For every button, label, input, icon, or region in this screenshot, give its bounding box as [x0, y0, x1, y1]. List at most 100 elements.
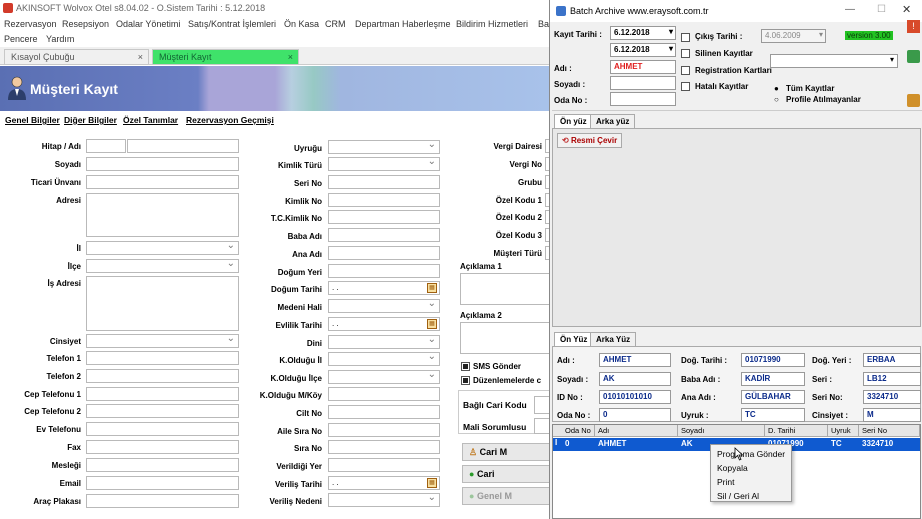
menu-rezervasyon[interactable]: Rezervasyon	[4, 19, 57, 29]
dogum-yeri-input[interactable]	[328, 264, 440, 278]
fax-input[interactable]	[86, 440, 239, 454]
radio-selected-icon[interactable]: ●	[774, 84, 779, 93]
close-icon[interactable]: ×	[138, 52, 143, 62]
verildigi-yer-input[interactable]	[328, 458, 440, 472]
menu-yardim[interactable]: Yardım	[46, 34, 74, 44]
k-oldugu-il-select[interactable]	[328, 352, 440, 366]
exclamation-icon[interactable]: !	[907, 20, 920, 33]
col-d-tarihi[interactable]: D. Tarihi	[766, 425, 828, 437]
hatali-kayitlar-checkbox[interactable]	[681, 82, 690, 91]
resmi-cevir-button[interactable]: ⟲ Resmi Çevir	[557, 133, 623, 148]
radio-icon[interactable]: ○	[774, 95, 779, 104]
detail-dogum-yeri[interactable]: ERBAA	[863, 353, 921, 367]
detail-oda[interactable]: 0	[599, 408, 671, 422]
uyruk-select[interactable]	[328, 140, 440, 154]
evlilik-tarihi-input[interactable]: . . ▦	[328, 317, 440, 331]
close-icon[interactable]: ✕	[902, 3, 911, 16]
tc-kimlik-input[interactable]	[328, 210, 440, 224]
ev-telefonu-input[interactable]	[86, 422, 239, 436]
menu-odalar[interactable]: Odalar Yönetimi	[116, 19, 180, 29]
chevron-down-icon[interactable]: ▾	[669, 44, 673, 53]
refresh-icon[interactable]	[907, 50, 920, 63]
detail-id[interactable]: 01010101010	[599, 390, 671, 404]
cikis-tarihi-checkbox[interactable]	[681, 33, 690, 42]
hitap-input[interactable]	[86, 139, 126, 153]
ilce-select[interactable]	[86, 259, 239, 273]
dini-select[interactable]	[328, 335, 440, 349]
menu-onkasa[interactable]: Ön Kasa	[284, 19, 319, 29]
tab-kisayol[interactable]: Kısayol Çubuğu ×	[4, 49, 149, 65]
menu-sil-geri-al[interactable]: Sil / Geri Al	[717, 491, 759, 501]
arac-plakasi-input[interactable]	[86, 494, 239, 508]
detail-adi[interactable]: AHMET	[599, 353, 671, 367]
menu-kopyala[interactable]: Kopyala	[717, 463, 748, 473]
detail-soyadi[interactable]: AK	[599, 372, 671, 386]
aciklama-2-textarea[interactable]	[460, 322, 550, 354]
sira-no-input[interactable]	[328, 440, 440, 454]
tab-arka-yuz-bottom[interactable]: Arka Yüz	[590, 332, 637, 347]
col-seri-no[interactable]: Seri No	[860, 425, 920, 437]
meslek-input[interactable]	[86, 458, 239, 472]
ana-adi-input[interactable]	[328, 246, 440, 260]
cep1-input[interactable]	[86, 387, 239, 401]
soyadi-filter-input[interactable]	[610, 76, 676, 90]
adi-input[interactable]	[127, 139, 239, 153]
filter-select[interactable]: ▾	[770, 54, 898, 68]
registration-kartlari-checkbox[interactable]	[681, 66, 690, 75]
is-adresi-textarea[interactable]	[86, 276, 239, 331]
col-oda-no[interactable]: Oda No	[563, 425, 595, 437]
col-adi[interactable]: Adı	[596, 425, 678, 437]
chevron-down-icon[interactable]: ▾	[669, 27, 673, 36]
calendar-icon[interactable]: ▦	[427, 478, 437, 488]
aile-sira-no-input[interactable]	[328, 423, 440, 437]
bagli-cari-kodu-input[interactable]	[534, 396, 550, 414]
menu-pencere[interactable]: Pencere	[4, 34, 38, 44]
seri-no-input[interactable]	[328, 175, 440, 189]
email-input[interactable]	[86, 476, 239, 490]
telefon2-input[interactable]	[86, 369, 239, 383]
tab-on-yuz-top[interactable]: Ön yüz	[554, 114, 593, 129]
menu-bildirim[interactable]: Bildirim Hizmetleri	[456, 19, 528, 29]
k-oldugu-ilce-select[interactable]	[328, 370, 440, 384]
detail-serino[interactable]: 3324710	[863, 390, 921, 404]
menu-print[interactable]: Print	[717, 477, 734, 487]
cari-button-2[interactable]: ● Cari	[462, 465, 550, 483]
mali-sorumlusu-input[interactable]	[534, 418, 550, 434]
tab-diger-bilgiler[interactable]: Diğer Bilgiler	[64, 115, 117, 125]
detail-dogum-tarihi[interactable]: 01071990	[741, 353, 805, 367]
kimlik-turu-select[interactable]	[328, 157, 440, 171]
cilt-no-input[interactable]	[328, 405, 440, 419]
telefon1-input[interactable]	[86, 351, 239, 365]
tool-icon[interactable]	[907, 94, 920, 107]
baba-adi-input[interactable]	[328, 228, 440, 242]
detail-uyruk[interactable]: TC	[741, 408, 805, 422]
adi-filter-input[interactable]: AHMET	[610, 60, 676, 74]
tab-musteri-kayit[interactable]: Müşteri Kayıt ×	[152, 49, 299, 65]
detail-ana[interactable]: GÜLBAHAR	[741, 390, 805, 404]
sms-gonder-checkbox[interactable]	[461, 362, 470, 371]
detail-cinsiyet[interactable]: M	[863, 408, 921, 422]
soyadi-input[interactable]	[86, 157, 239, 171]
tab-on-yuz-bottom[interactable]: Ön Yüz	[554, 332, 594, 347]
verilis-tarihi-input[interactable]: . . ▦	[328, 476, 440, 490]
tab-genel-bilgiler[interactable]: Genel Bilgiler	[5, 115, 60, 125]
k-oldugu-mkoy-input[interactable]	[328, 387, 440, 401]
cep2-input[interactable]	[86, 404, 239, 418]
ticari-unvan-input[interactable]	[86, 175, 239, 189]
tab-rezervasyon-gecmisi[interactable]: Rezervasyon Geçmişi	[186, 115, 274, 125]
menu-satis[interactable]: Satış/Kontrat İşlemleri	[188, 19, 276, 29]
genel-m-button[interactable]: ● Genel M	[462, 487, 550, 505]
menu-departman[interactable]: Departman Haberleşme	[355, 19, 451, 29]
medeni-hali-select[interactable]	[328, 299, 440, 313]
cinsiyet-select[interactable]	[86, 334, 239, 348]
col-uyruk[interactable]: Uyruk	[829, 425, 859, 437]
duzenlemelerde-checkbox[interactable]	[461, 376, 470, 385]
col-soyadi[interactable]: Soyadı	[679, 425, 765, 437]
close-icon[interactable]: ×	[288, 52, 293, 62]
maximize-icon[interactable]: ☐	[877, 4, 886, 15]
detail-baba[interactable]: KADİR	[741, 372, 805, 386]
adres-textarea[interactable]	[86, 193, 239, 237]
dogum-tarihi-input[interactable]: . . ▦	[328, 281, 440, 295]
cikis-tarihi-input[interactable]: 4.06.2009 ▾	[761, 29, 826, 43]
kimlik-no-input[interactable]	[328, 193, 440, 207]
